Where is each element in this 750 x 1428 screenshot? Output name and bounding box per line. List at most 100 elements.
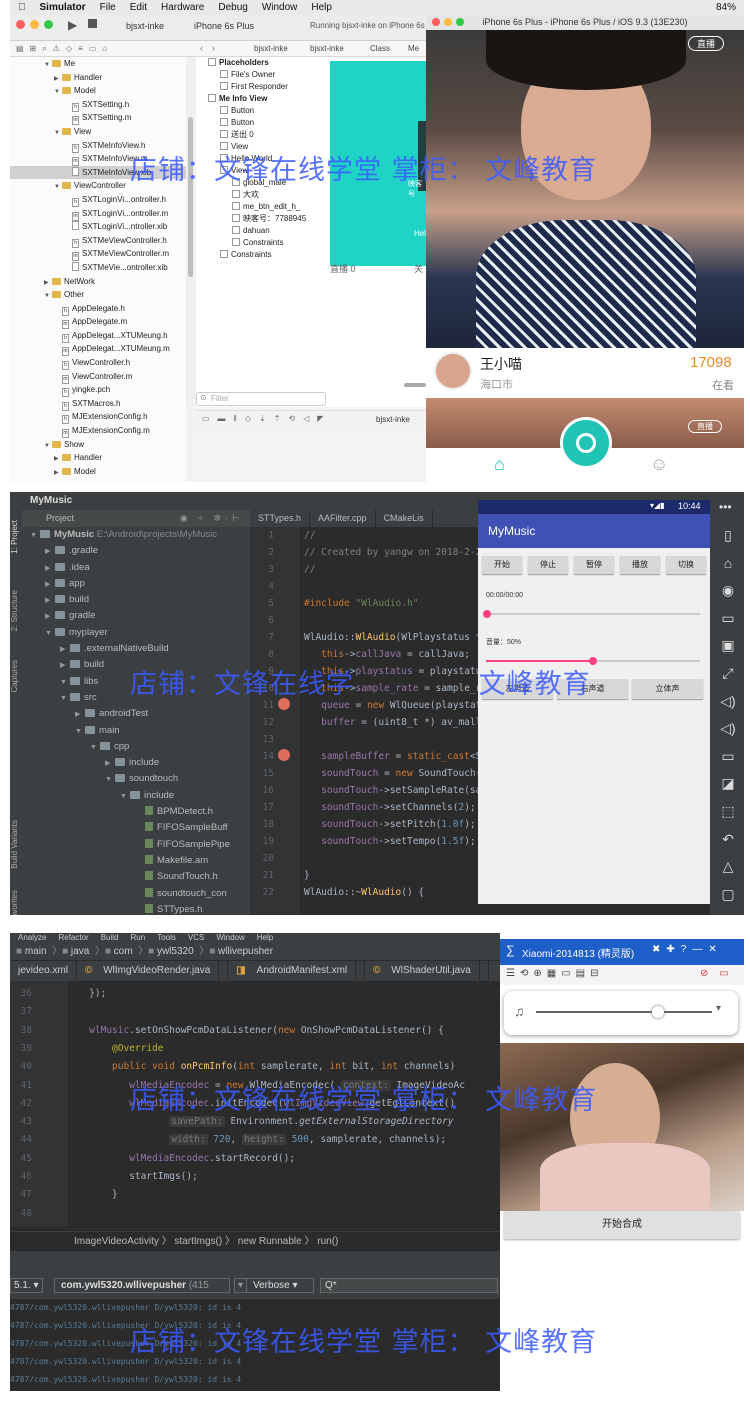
tab-render-java[interactable]: © WlImgVideoRender.java	[77, 961, 229, 981]
log-search-input[interactable]: Q*	[320, 1278, 498, 1293]
code-line[interactable]: 41 wlMediaEncodec = new WlMediaEncodec( …	[10, 1077, 500, 1095]
volume-thumb[interactable]	[589, 657, 597, 665]
outline-item[interactable]: Button	[196, 105, 330, 117]
tree-item[interactable]: ▶ build	[22, 657, 250, 673]
tree-item[interactable]: ▶ include	[22, 755, 250, 771]
tree-item[interactable]: ▼ soundtouch	[22, 771, 250, 787]
navigator-item[interactable]: ▼ Model	[10, 84, 186, 98]
tree-item[interactable]: STTypes.h	[22, 902, 250, 915]
menu-hardware[interactable]: Hardware	[161, 2, 204, 13]
outline-item[interactable]: 映客号：7788945	[196, 213, 330, 225]
code-line[interactable]: 1//	[250, 527, 486, 544]
code-line[interactable]: 10 this->sample_rate = sample_ra	[250, 680, 488, 697]
tree-item[interactable]: BPMDetect.h	[22, 804, 250, 820]
code-line[interactable]: 20	[250, 850, 486, 867]
code-line[interactable]: 3//	[250, 561, 486, 578]
code-line[interactable]: 19 soundTouch->setTempo(1.5f);	[250, 833, 486, 850]
navigator-item[interactable]: ▶ NetWork	[10, 275, 186, 289]
navigator-item[interactable]: ▼ ViewController	[10, 179, 186, 193]
navigator-item[interactable]: ▼ Show	[10, 438, 186, 452]
navigator-item[interactable]: h SXTSetting.h	[10, 98, 186, 112]
code-line[interactable]: 12 buffer = (uint8_t *) av_mallo	[250, 714, 488, 731]
menu-debug[interactable]: Debug	[218, 2, 247, 13]
navigator-item[interactable]: h AppDelegate.h	[10, 302, 186, 316]
outline-item[interactable]: View	[196, 165, 330, 177]
player-button[interactable]: 开始	[482, 556, 522, 574]
menu-help[interactable]: Help	[311, 2, 332, 13]
menu-item[interactable]: VCS	[188, 933, 204, 942]
navigator-item[interactable]: m ViewController.m	[10, 370, 186, 384]
tab-sttypes[interactable]: STTypes.h	[250, 510, 311, 527]
structure-item[interactable]: startImgs()	[174, 1236, 222, 1247]
jump-item[interactable]: bjsxt-inke	[310, 44, 344, 53]
home-icon[interactable]: ⌂	[494, 454, 505, 475]
structure-item[interactable]: new Runnable	[238, 1236, 302, 1247]
menu-item[interactable]: Tools	[157, 933, 176, 942]
menu-item[interactable]: Window	[216, 933, 244, 942]
menu-file[interactable]: File	[100, 2, 116, 13]
code-line[interactable]: 4	[250, 578, 486, 595]
jump-item[interactable]: Class	[370, 44, 390, 53]
player-button[interactable]: 暂停	[574, 556, 614, 574]
start-live-button[interactable]	[560, 417, 612, 469]
navigator-item[interactable]: m SXTLoginVi...ontroller.m	[10, 207, 186, 221]
menu-item[interactable]: Analyze	[18, 933, 46, 942]
crumb-item[interactable]: java	[71, 946, 89, 957]
code-line[interactable]: 15 soundTouch = new SoundTouch()	[250, 765, 488, 782]
tree-item[interactable]: soundtouch_con	[22, 886, 250, 902]
chevron-down-icon[interactable]: ▾	[716, 1003, 721, 1014]
player-button[interactable]: 播放	[620, 556, 660, 574]
tree-item[interactable]: ▼ src	[22, 690, 250, 706]
tree-item[interactable]: ▶ gradle	[22, 608, 250, 624]
tab-aafilter[interactable]: AAFilter.cpp	[310, 510, 376, 527]
tree-item[interactable]: ▶ .externalNativeBuild	[22, 641, 250, 657]
player-button[interactable]: 切换	[666, 556, 706, 574]
outline-item[interactable]: Constraints	[196, 249, 330, 261]
log-level-select[interactable]: Verbose ▾	[246, 1278, 314, 1293]
code-line[interactable]: 6	[250, 612, 486, 629]
device-select[interactable]: 5.1. ▾	[10, 1278, 43, 1293]
tree-item[interactable]: ▶ .idea	[22, 560, 250, 576]
code-line[interactable]: 8 this->callJava = callJava;	[250, 646, 486, 663]
navigator-item[interactable]: ▶ Handler	[10, 451, 186, 465]
menu-item[interactable]: Refactor	[58, 933, 88, 942]
sim-min-icon[interactable]	[444, 18, 452, 26]
code-line[interactable]: 16 soundTouch->setSampleRate(sam	[250, 782, 488, 799]
navigator-item[interactable]: h SXTMeViewController.h	[10, 234, 186, 248]
tab-cmakelists[interactable]: CMakeLis	[376, 510, 433, 527]
code-line[interactable]: 2// Created by yangw on 2018-2-28.	[250, 544, 492, 561]
navigator-item[interactable]: m AppDelegat...XTUMeung.m	[10, 342, 186, 357]
navigator-item[interactable]: m SXTSetting.m	[10, 111, 186, 126]
navigator-item[interactable]: m SXTMeInfoView.m	[10, 152, 186, 167]
code-line[interactable]: 18 soundTouch->setPitch(1.0f);	[250, 816, 486, 833]
mirror-tools[interactable]: ☰⟲⊕▦▭▤⊟	[506, 968, 603, 979]
code-line[interactable]: 40 public void onPcmInfo(int samplerate,…	[10, 1058, 500, 1076]
menu-item[interactable]: Build	[101, 933, 119, 942]
crumb-item[interactable]: ywl5320	[157, 946, 194, 957]
navigator-item[interactable]: ▶ Model	[10, 465, 186, 479]
outline-item[interactable]: View	[196, 141, 330, 153]
process-select[interactable]: com.ywl5320.wllivepusher (415	[54, 1278, 230, 1293]
outline-item[interactable]: Button	[196, 117, 330, 129]
audio-progress[interactable]	[536, 1006, 712, 1018]
tree-item[interactable]: ▼ libs	[22, 674, 250, 690]
project-tool-tab[interactable]: 1: Project	[10, 520, 22, 554]
channel-button[interactable]: 右声道	[557, 679, 628, 699]
minimize-dot-icon[interactable]	[30, 20, 39, 29]
breakpoint-icon[interactable]	[278, 749, 290, 761]
tree-item[interactable]: ▼ include	[22, 788, 250, 804]
outline-item[interactable]: me_btn_edit_h_	[196, 201, 330, 213]
start-compose-button[interactable]: 开始合成	[504, 1211, 740, 1239]
navigator-item[interactable]: ▶ Handler	[10, 71, 186, 85]
jump-item[interactable]: bjsxt-inke	[254, 44, 288, 53]
device-selector[interactable]: iPhone 6s Plus	[194, 21, 254, 31]
structure-item[interactable]: ImageVideoActivity	[74, 1236, 159, 1247]
code-line[interactable]: 17 soundTouch->setChannels(2);	[250, 799, 486, 816]
filter-field[interactable]: Filter ⊙	[196, 392, 326, 406]
structure-item[interactable]: run()	[317, 1236, 338, 1247]
navigator-item[interactable]: h MJExtensionConfig.h	[10, 410, 186, 425]
code-line[interactable]: 38 wlMusic.setOnShowPcmDataListener(new …	[10, 1022, 500, 1040]
navigator-item[interactable]: h SXTMacros.h	[10, 397, 186, 411]
tree-item[interactable]: FIFOSampleBuff	[22, 820, 250, 836]
outline-item[interactable]: Hello World	[196, 153, 330, 165]
